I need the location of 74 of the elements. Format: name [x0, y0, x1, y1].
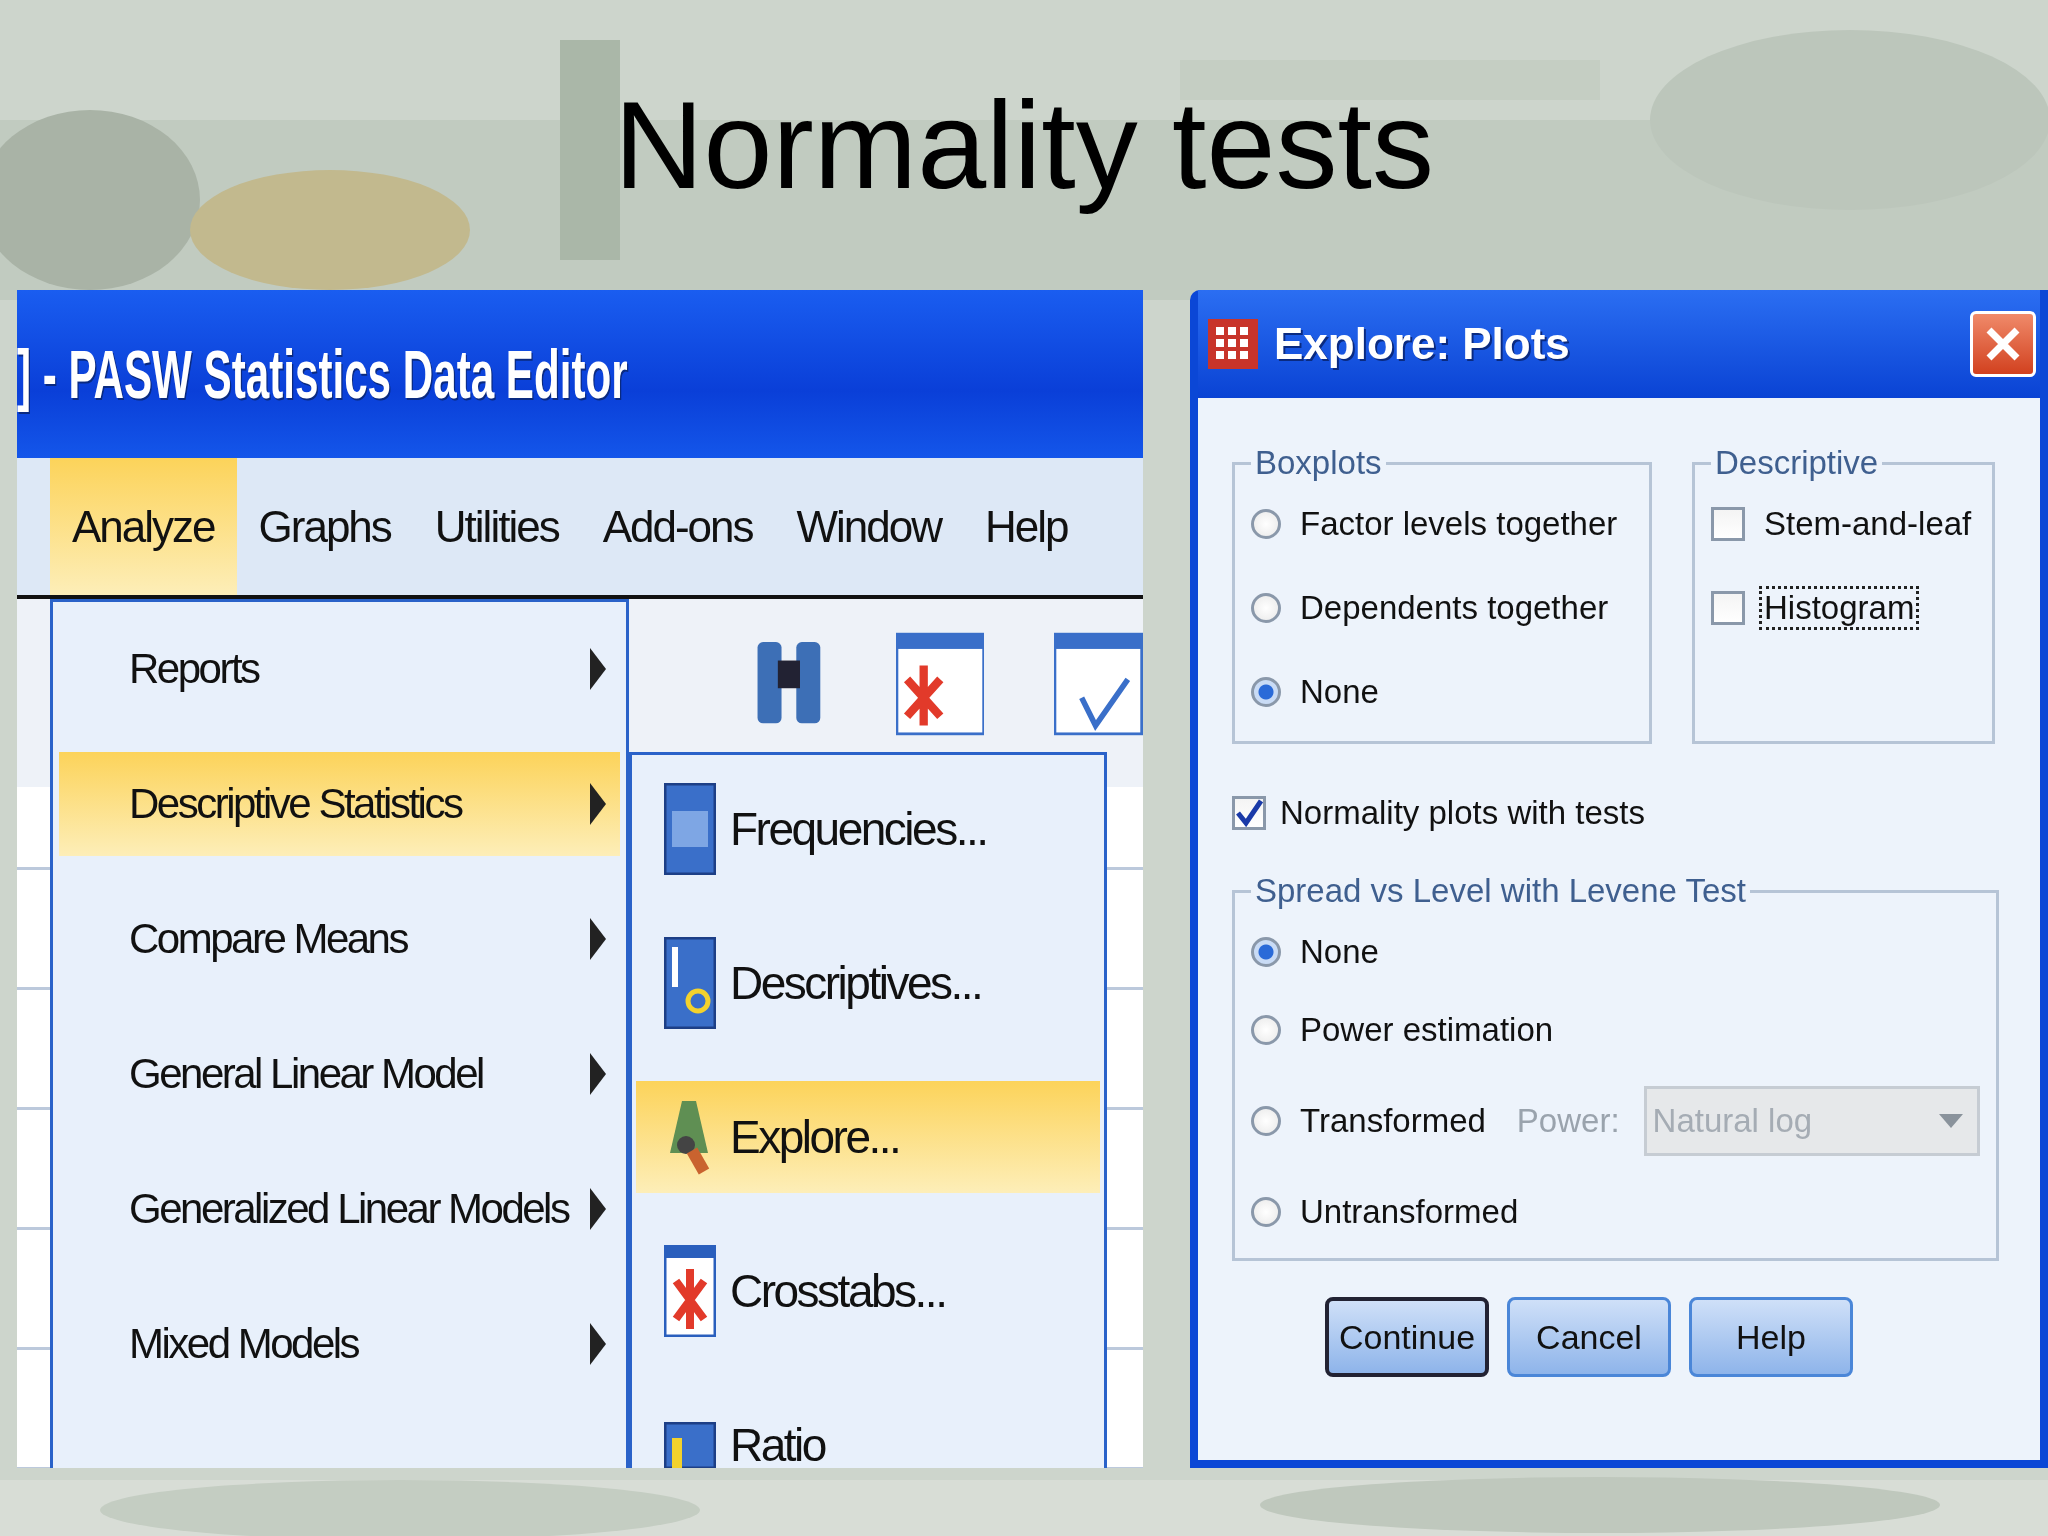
- grid-icon: [1208, 319, 1258, 369]
- menu-item-label: Descriptive Statistics: [129, 780, 462, 828]
- table-icon: [664, 1245, 716, 1337]
- menu-item-label: General Linear Model: [129, 1050, 483, 1098]
- numbers-icon: [664, 783, 716, 875]
- menu-item-label: Mixed Models: [129, 1320, 359, 1368]
- menu-item-label: Ratio: [730, 1418, 825, 1468]
- checkbox[interactable]: [1711, 507, 1745, 541]
- close-button[interactable]: [1970, 311, 2036, 377]
- menu-item[interactable]: Window: [774, 458, 964, 595]
- menu-item[interactable]: Ratio: [636, 1389, 1100, 1468]
- dropdown-value: Natural log: [1652, 1102, 1813, 1140]
- menu-item[interactable]: Crosstabs...: [636, 1235, 1100, 1347]
- radio-button[interactable]: [1251, 677, 1281, 707]
- menu-item[interactable]: Graphs: [236, 458, 413, 595]
- menu-item[interactable]: Utilities: [412, 458, 581, 595]
- menu-item[interactable]: Add-ons: [580, 458, 775, 595]
- option-label: Histogram: [1759, 586, 1920, 630]
- option-label: None: [1299, 932, 1380, 972]
- menu-item[interactable]: Descriptives...: [636, 927, 1100, 1039]
- power-label: Power:: [1516, 1102, 1620, 1140]
- menu-item-label: Reports: [129, 645, 259, 693]
- radio-button[interactable]: [1251, 1015, 1281, 1045]
- statistics-icon: [664, 937, 716, 1029]
- ratio-icon: [664, 1422, 716, 1468]
- radio-button[interactable]: [1251, 509, 1281, 539]
- submenu-arrow-icon: [590, 783, 606, 825]
- menu-item[interactable]: Help: [963, 458, 1090, 595]
- dialog-button[interactable]: Cancel: [1507, 1297, 1671, 1377]
- option-label: Factor levels together: [1299, 504, 1619, 544]
- dialog-button[interactable]: Continue: [1325, 1297, 1489, 1377]
- menu-item-label: Compare Means: [129, 915, 407, 963]
- dropdown-arrow-icon: [1938, 1114, 1963, 1128]
- checkbox[interactable]: [1232, 796, 1266, 830]
- option-label: Normality plots with tests: [1280, 794, 1645, 832]
- submenu-arrow-icon: [590, 1323, 606, 1365]
- option-label: Dependents together: [1299, 588, 1610, 628]
- menu-item-label: Frequencies...: [730, 802, 987, 856]
- checkmark-icon: [1235, 799, 1263, 827]
- menu-item[interactable]: Generalized Linear Models: [59, 1157, 620, 1261]
- menu-item[interactable]: Descriptive Statistics: [59, 752, 620, 856]
- menu-item[interactable]: General Linear Model: [59, 1022, 620, 1126]
- menu-item[interactable]: Reports: [59, 617, 620, 721]
- menu-item[interactable]: Explore...: [636, 1081, 1100, 1193]
- menu-item[interactable]: Mixed Models: [59, 1292, 620, 1396]
- radio-button[interactable]: [1251, 1106, 1281, 1136]
- submenu-arrow-icon: [590, 1053, 606, 1095]
- menu-item-label: Crosstabs...: [730, 1264, 946, 1318]
- option-label: Untransformed: [1299, 1192, 1520, 1232]
- menu-item-label: Explore...: [730, 1110, 900, 1164]
- close-icon: [1985, 326, 2021, 362]
- group-label: Boxplots: [1254, 444, 1383, 482]
- menu-item[interactable]: Analyze: [50, 458, 237, 595]
- window-title: ] - PASW Statistics Data Editor: [17, 335, 628, 413]
- option-label: None: [1299, 672, 1380, 712]
- window-title: Explore: Plots: [1274, 319, 1571, 369]
- group-label: Descriptive: [1714, 444, 1880, 482]
- radio-button[interactable]: [1251, 937, 1281, 967]
- option-label: Power estimation: [1299, 1010, 1555, 1050]
- group-label: Spread vs Level with Levene Test: [1254, 872, 1748, 910]
- menu-item[interactable]: Frequencies...: [636, 773, 1100, 885]
- menu-item-label: Descriptives...: [730, 956, 982, 1010]
- radio-button[interactable]: [1251, 593, 1281, 623]
- menu-item-label: Generalized Linear Models: [129, 1185, 569, 1233]
- submenu-arrow-icon: [590, 918, 606, 960]
- menu-item[interactable]: Compare Means: [59, 887, 620, 991]
- radio-button[interactable]: [1251, 1197, 1281, 1227]
- dialog-button[interactable]: Help: [1689, 1297, 1853, 1377]
- submenu-arrow-icon: [590, 648, 606, 690]
- checkbox[interactable]: [1711, 591, 1745, 625]
- option-label: Stem-and-leaf: [1763, 504, 1973, 544]
- submenu-arrow-icon: [590, 1188, 606, 1230]
- option-label: Transformed: [1299, 1101, 1487, 1141]
- slide-title: Normality tests: [614, 74, 1434, 216]
